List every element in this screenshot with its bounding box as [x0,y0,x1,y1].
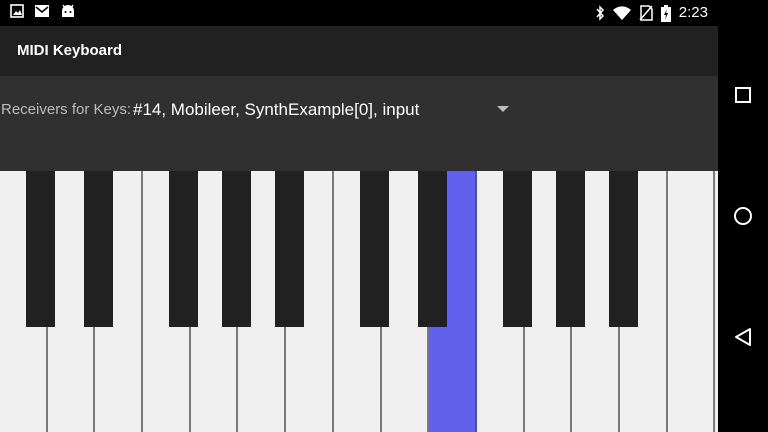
app-title: MIDI Keyboard [17,42,123,59]
black-key[interactable] [169,171,198,327]
clock: 2:23 [678,4,708,21]
battery-charging-icon [660,4,671,22]
bluetooth-icon [595,5,605,21]
home-button[interactable] [728,201,758,231]
circle-icon [728,201,758,231]
black-key[interactable] [609,171,638,327]
status-bar: 2:23 [0,0,718,26]
receiver-spinner[interactable]: #14, Mobileer, SynthExample[0], input [133,98,523,122]
black-key[interactable] [418,171,447,327]
black-key[interactable] [503,171,532,327]
dropdown-arrow-icon[interactable] [497,106,509,112]
receiver-selected-value: #14, Mobileer, SynthExample[0], input [133,100,420,119]
no-sim-icon [639,5,653,21]
action-bar: MIDI Keyboard [0,26,718,76]
black-key[interactable] [84,171,113,327]
gmail-icon [34,4,50,18]
back-button[interactable] [728,322,758,352]
black-key[interactable] [360,171,389,327]
piano-keyboard[interactable] [0,171,718,432]
black-key[interactable] [556,171,585,327]
app-window: 2:23 MIDI Keyboard Receivers for Keys: #… [0,0,718,432]
back-triangle-icon [728,322,758,352]
image-icon [10,4,24,18]
wifi-icon [612,6,631,20]
white-key[interactable] [667,171,716,432]
receivers-label: Receivers for Keys: [1,101,132,118]
receiver-row: Receivers for Keys: #14, Mobileer, Synth… [0,76,718,171]
square-icon [728,80,758,110]
recents-button[interactable] [728,80,758,110]
android-icon [60,4,76,18]
navigation-bar [718,0,768,432]
black-key[interactable] [275,171,304,327]
black-key[interactable] [26,171,55,327]
black-key[interactable] [222,171,251,327]
